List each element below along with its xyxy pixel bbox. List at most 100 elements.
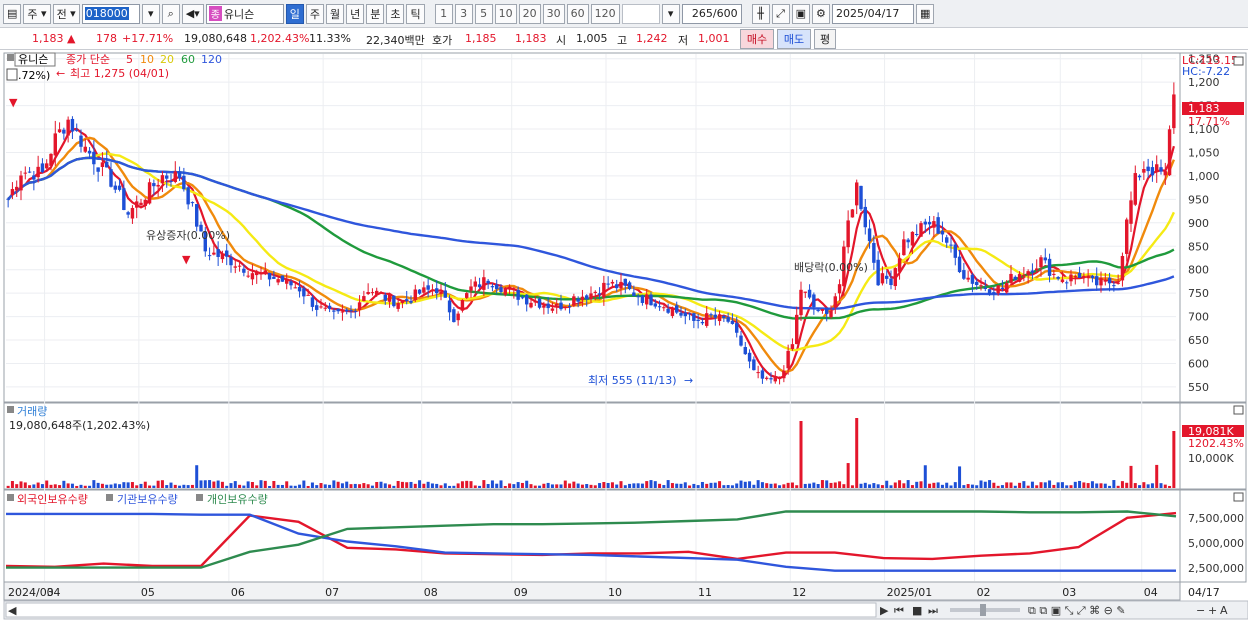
candle-body xyxy=(743,347,747,355)
candle-body xyxy=(687,313,692,315)
auto-scale-icon[interactable]: A xyxy=(1220,604,1228,617)
last-page-icon[interactable]: ⏭ xyxy=(928,604,938,617)
tool-icon[interactable]: ⤢ xyxy=(771,3,790,24)
candle-body xyxy=(726,317,730,322)
minute-30[interactable]: 30 xyxy=(542,3,565,24)
volume-bar xyxy=(1099,483,1103,488)
save-icon[interactable]: ▣ xyxy=(791,3,810,24)
buy-button[interactable]: 매수 xyxy=(740,29,774,49)
scroll-right-icon[interactable]: ▶ xyxy=(880,604,889,617)
candle-body xyxy=(1065,282,1069,284)
horizontal-scrollbar[interactable] xyxy=(5,602,877,618)
volume-bar xyxy=(306,485,310,488)
x-tick-label: 02 xyxy=(977,586,991,599)
calendar-icon[interactable]: ▦ xyxy=(915,3,935,24)
candle-body xyxy=(1146,166,1150,172)
candle-body xyxy=(186,187,190,205)
period-tick[interactable]: 틱 xyxy=(406,3,425,24)
candle-body xyxy=(1167,129,1172,176)
down-marker-icon: ▼ xyxy=(9,96,18,109)
x-tick-label: 10 xyxy=(608,586,622,599)
volume-bar xyxy=(739,480,743,488)
candle-body xyxy=(1013,276,1017,280)
candle-body xyxy=(323,307,327,309)
chart-type-icon[interactable]: ▤ xyxy=(3,3,22,24)
date-input[interactable]: 2025/04/17 xyxy=(831,3,914,24)
stock-code-value: 018000 xyxy=(84,7,129,20)
candle-body xyxy=(452,309,456,323)
candle-body xyxy=(285,278,289,284)
volume-bar xyxy=(405,482,409,488)
period-minute[interactable]: 분 xyxy=(366,3,385,24)
zoom-out-icon[interactable]: − xyxy=(1196,604,1205,617)
price-close-icon[interactable] xyxy=(1233,56,1244,66)
minute-20[interactable]: 20 xyxy=(518,3,541,24)
candle-body xyxy=(567,306,572,308)
volume-bar xyxy=(1026,485,1030,488)
candle-body xyxy=(1000,287,1005,290)
stock-name-field[interactable]: 종 유니슨 xyxy=(205,3,284,24)
volume-bar xyxy=(722,485,726,488)
volume-bar xyxy=(1116,485,1120,488)
candle-body xyxy=(233,266,237,268)
minute-120[interactable]: 120 xyxy=(590,3,620,24)
candle-body xyxy=(1086,275,1090,279)
stop-icon[interactable]: ■ xyxy=(912,604,922,617)
minute-3[interactable]: 3 xyxy=(454,3,473,24)
volume-close-icon[interactable] xyxy=(1233,405,1244,415)
hc-label: HC:-7.22 xyxy=(1182,65,1230,78)
candle-body xyxy=(760,370,765,379)
candle-body xyxy=(932,221,936,228)
period-day[interactable]: 일 xyxy=(285,3,304,24)
scroll-left-icon[interactable]: ◀ xyxy=(8,604,17,617)
volume-bar xyxy=(803,483,807,488)
volume-bar xyxy=(932,482,936,488)
candle-body xyxy=(897,258,902,272)
holdings-close-icon[interactable] xyxy=(1233,492,1244,502)
y-tick-label: 750 xyxy=(1188,287,1209,300)
gear-icon[interactable]: ⚙ xyxy=(811,3,830,24)
sell-button[interactable]: 매도 xyxy=(777,29,811,49)
first-page-icon[interactable]: ⏮ xyxy=(894,604,904,617)
volume-bar xyxy=(83,485,87,488)
stock-code-input[interactable]: 018000 xyxy=(81,3,140,24)
minute-1[interactable]: 1 xyxy=(434,3,453,24)
search-icon[interactable]: ⌕ xyxy=(161,3,180,24)
period-week[interactable]: 주 xyxy=(305,3,324,24)
volume-bar xyxy=(182,484,186,488)
date-axis xyxy=(3,581,1181,601)
chart-canvas: 1,2501,2001,1501,1001,0501,0009509008508… xyxy=(3,52,1248,620)
volume-bar xyxy=(1138,485,1142,488)
zoom-in-icon[interactable]: + xyxy=(1208,604,1217,617)
minute-60[interactable]: 60 xyxy=(566,3,589,24)
custom-period-dropdown-icon[interactable]: ▾ xyxy=(661,3,680,24)
all-select[interactable]: 전 ▾ xyxy=(52,3,80,24)
zoom-slider-handle[interactable] xyxy=(980,604,986,616)
minute-5[interactable]: 5 xyxy=(474,3,493,24)
period-month[interactable]: 월 xyxy=(325,3,345,24)
volume-bar xyxy=(572,481,576,488)
data-count-field[interactable]: 265/600 xyxy=(681,3,742,24)
candle-body xyxy=(807,289,812,298)
candle-body xyxy=(460,300,465,311)
candle-body xyxy=(987,289,992,295)
volume-bar xyxy=(846,463,850,488)
period-year[interactable]: 년 xyxy=(346,3,365,24)
market-select[interactable]: 주 ▾ xyxy=(23,3,51,24)
minute-10[interactable]: 10 xyxy=(494,3,517,24)
code-dropdown-icon[interactable]: ▾ xyxy=(141,3,160,24)
draw-tools-icon[interactable]: ⧉ ⧉ ▣ ⤡ ⤢ ⌘ ⊖ ✎ xyxy=(1028,604,1126,617)
period-second[interactable]: 초 xyxy=(386,3,405,24)
speaker-icon[interactable]: ◀▾ xyxy=(181,3,204,24)
candle-icon[interactable]: ╫ xyxy=(751,3,770,24)
volume-bar xyxy=(225,485,229,488)
candle-body xyxy=(503,287,507,295)
candle-body xyxy=(889,278,893,286)
volume-bar xyxy=(645,481,649,488)
volume-bar xyxy=(568,483,572,488)
eval-button[interactable]: 평 xyxy=(814,29,836,49)
candle-body xyxy=(670,308,675,316)
legend-ma20: 20 xyxy=(160,53,174,66)
volume-bar xyxy=(148,485,152,488)
custom-period-input[interactable] xyxy=(621,3,660,24)
